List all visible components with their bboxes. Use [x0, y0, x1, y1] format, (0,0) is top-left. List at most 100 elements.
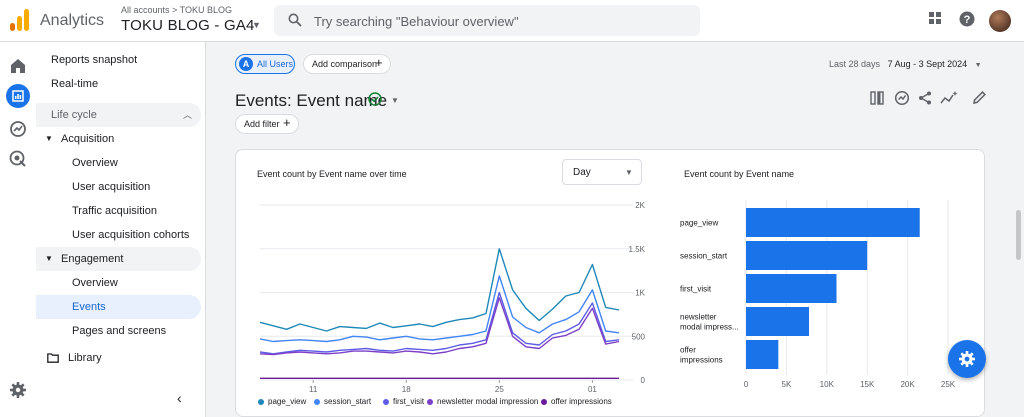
all-users-segment-chip[interactable]: A All Users	[235, 54, 295, 74]
app-name: Analytics	[40, 12, 105, 29]
nav-eng-overview[interactable]: Overview	[36, 271, 201, 295]
nav-library[interactable]: Library	[36, 346, 201, 370]
granularity-dropdown[interactable]: Day ▼	[562, 159, 642, 185]
button-label: Add comparison	[312, 59, 378, 69]
date-range-label: Last 28 days	[829, 59, 881, 69]
share-icon[interactable]	[917, 90, 933, 106]
legend-swatch	[314, 399, 320, 405]
x-tick-label: 10K	[820, 380, 835, 389]
legend-swatch	[383, 399, 389, 405]
help-icon[interactable]: ?	[959, 11, 975, 27]
admin-gear-icon[interactable]	[8, 380, 28, 400]
caret-down-icon: ▼	[45, 254, 53, 263]
legend-label: session_start	[324, 397, 372, 406]
date-range-value: 7 Aug - 3 Sept 2024	[887, 59, 968, 69]
series-line-page_view[interactable]	[259, 248, 620, 332]
nav-pages-and-screens[interactable]: Pages and screens	[36, 319, 201, 343]
series-line-first_visit[interactable]	[259, 291, 620, 355]
check-circle-icon[interactable]	[368, 92, 382, 106]
svg-text:?: ?	[964, 14, 971, 26]
nav-label: Traffic acquisition	[72, 205, 157, 217]
nav-acquisition[interactable]: ▼ Acquisition	[36, 127, 201, 151]
chat-assistant-button[interactable]	[948, 340, 986, 378]
compare-icon[interactable]	[894, 90, 910, 106]
edit-pencil-icon[interactable]	[972, 90, 987, 105]
bar[interactable]	[746, 208, 920, 237]
bar[interactable]	[746, 241, 868, 270]
category-label: impressions	[680, 356, 723, 365]
legend-swatch	[258, 399, 264, 405]
nav-label: Life cycle	[51, 109, 97, 121]
y-tick-label: 1K	[635, 289, 645, 298]
bar[interactable]	[746, 307, 810, 336]
line-chart-title: Event count by Event name over time	[257, 169, 407, 179]
x-tick-label: 25K	[941, 380, 956, 389]
collapse-nav-icon[interactable]: ‹	[177, 390, 182, 406]
folder-icon	[47, 353, 59, 363]
bar[interactable]	[746, 274, 837, 303]
nav-events[interactable]: Events	[36, 295, 201, 319]
plus-icon: +	[375, 55, 383, 70]
insights-icon[interactable]	[940, 90, 958, 106]
chevron-down-icon[interactable]: ▼	[391, 96, 399, 105]
search-bar[interactable]: Try searching "Behaviour overview"	[274, 5, 700, 36]
x-tick-label: 5K	[782, 380, 792, 389]
nav-reports-snapshot[interactable]: Reports snapshot	[36, 48, 201, 72]
category-label: session_start	[680, 252, 728, 261]
analytics-logo[interactable]	[10, 9, 30, 31]
customize-report-icon[interactable]	[869, 90, 885, 106]
reports-icon[interactable]	[6, 84, 30, 108]
category-label: offer	[680, 346, 696, 355]
chevron-down-icon[interactable]: ▼	[252, 20, 261, 30]
category-label: newsletter	[680, 313, 717, 322]
granularity-value: Day	[573, 167, 591, 178]
scrollbar[interactable]	[1016, 210, 1021, 260]
nav-label: Library	[68, 352, 102, 364]
x-tick-label: 25	[495, 385, 504, 394]
home-icon[interactable]	[8, 56, 28, 76]
left-rail	[0, 42, 36, 417]
bar[interactable]	[746, 340, 779, 369]
nav-label: Overview	[72, 277, 118, 289]
x-tick-label: Aug	[306, 394, 320, 395]
series-line-newsletter-modal-impression[interactable]	[259, 297, 620, 356]
add-comparison-button[interactable]: Add comparison +	[303, 54, 391, 74]
nav-label: Events	[72, 301, 106, 313]
avatar[interactable]	[989, 10, 1011, 32]
nav-label: Pages and screens	[72, 325, 167, 337]
bar-chart: 0 5K 10K 15K 20K 25K page_view session_startfir…	[680, 200, 956, 389]
legend-swatch	[427, 399, 433, 405]
date-range-picker[interactable]: Last 28 days 7 Aug - 3 Sept 2024 ▼	[829, 59, 982, 69]
nav-traffic-acquisition[interactable]: Traffic acquisition	[36, 199, 201, 223]
search-input[interactable]: Try searching "Behaviour overview"	[314, 14, 519, 29]
x-tick-label: 0	[744, 380, 749, 389]
legend-label: page_view	[268, 397, 307, 406]
caret-down-icon: ▼	[45, 134, 53, 143]
nav-label: Acquisition	[61, 133, 115, 145]
y-tick-label: 500	[632, 332, 646, 341]
x-tick-label: 18	[402, 385, 411, 394]
insights-bot-icon	[959, 351, 975, 367]
nav-engagement[interactable]: ▼ Engagement	[36, 247, 201, 271]
category-label: page_view	[680, 219, 718, 228]
nav-label: Overview	[72, 157, 118, 169]
explore-icon[interactable]	[8, 119, 28, 139]
nav-label: Real-time	[51, 78, 99, 90]
add-filter-button[interactable]: Add filter +	[235, 114, 299, 134]
account-breadcrumb[interactable]: All accounts > TOKU BLOG	[121, 5, 232, 15]
y-tick-label: 1.5K	[629, 245, 646, 254]
apps-grid-icon[interactable]	[928, 11, 942, 25]
nav-realtime[interactable]: Real-time	[36, 72, 201, 96]
advertising-icon[interactable]	[8, 149, 28, 169]
top-bar: Analytics All accounts > TOKU BLOG TOKU …	[0, 0, 1024, 42]
nav-acq-overview[interactable]: Overview	[36, 151, 201, 175]
nav-label: Reports snapshot	[51, 54, 138, 66]
report-nav: Reports snapshot Real-time Life cycle ︿ …	[36, 42, 206, 417]
nav-lifecycle-section[interactable]: Life cycle ︿	[36, 103, 201, 127]
property-selector[interactable]: TOKU BLOG - GA4	[121, 17, 255, 34]
legend-label: newsletter modal impression	[437, 397, 539, 406]
nav-user-acquisition[interactable]: User acquisition	[36, 175, 201, 199]
segment-label: All Users	[257, 59, 294, 69]
segment-badge: A	[239, 57, 253, 71]
nav-user-acquisition-cohorts[interactable]: User acquisition cohorts	[36, 223, 201, 247]
